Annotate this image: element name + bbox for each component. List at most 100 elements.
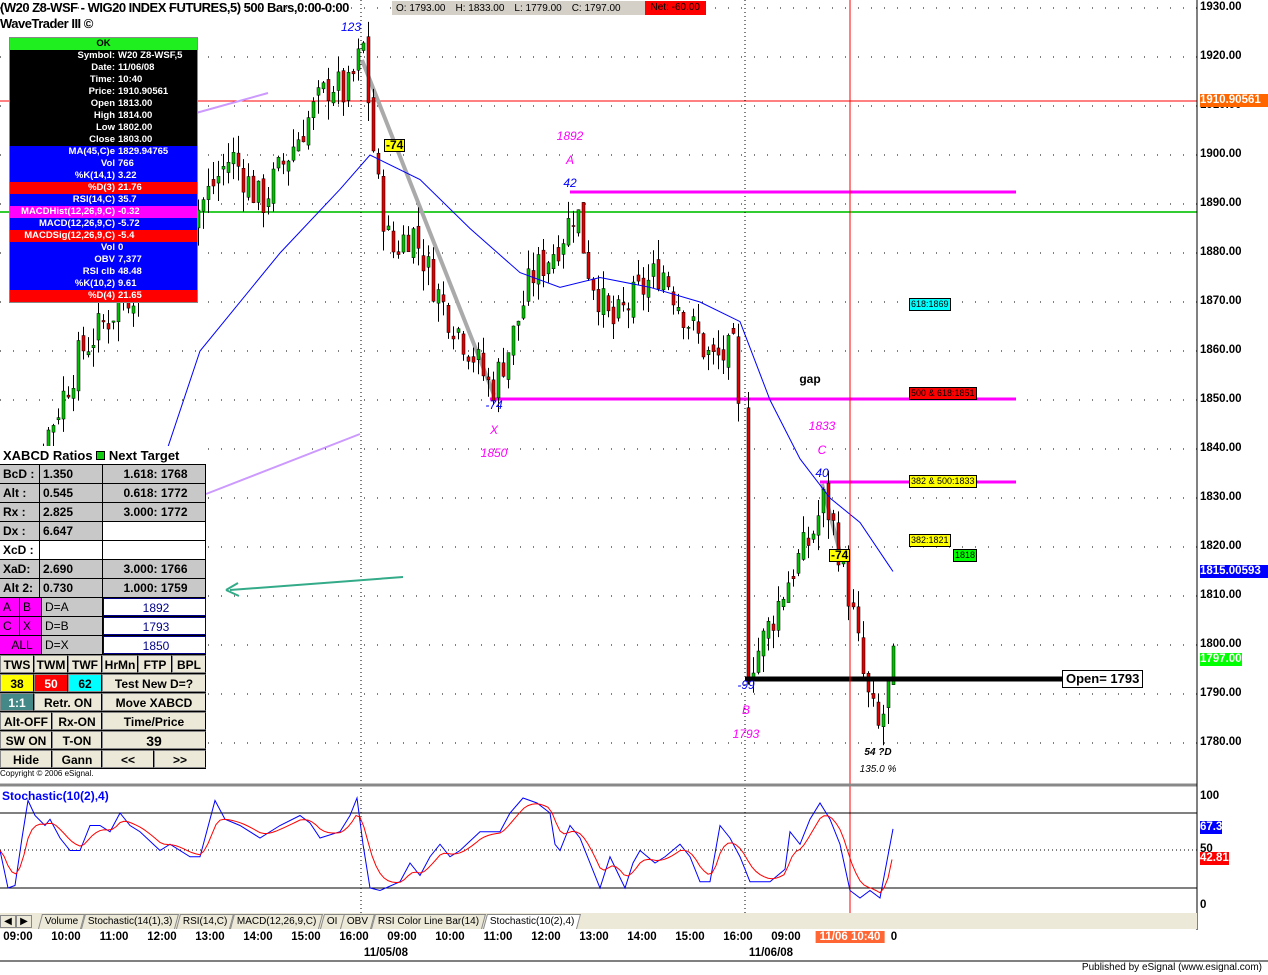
info-label: Date: bbox=[91, 62, 115, 73]
info-value: 9.61 bbox=[118, 278, 137, 289]
study-tab[interactable]: RSI Color Line Bar(14) bbox=[371, 913, 487, 929]
study-tab[interactable]: Volume bbox=[37, 913, 86, 929]
candle bbox=[51, 425, 56, 433]
fib-tag-1869: 618:1869 bbox=[909, 298, 951, 311]
study-tab[interactable]: OBV bbox=[340, 913, 376, 929]
trend-line[interactable] bbox=[205, 433, 361, 495]
retr-on-button[interactable]: Retr. ON bbox=[34, 693, 102, 711]
ratio-row: Rx :2.825 3.000: 1772 bbox=[0, 503, 206, 522]
point-c-button[interactable]: C bbox=[0, 617, 20, 635]
info-label: %K(10,2) bbox=[74, 278, 115, 289]
tws-button[interactable]: TWS bbox=[0, 655, 34, 673]
candle bbox=[576, 209, 581, 234]
candle bbox=[436, 289, 441, 304]
point-all-button[interactable]: ALL bbox=[0, 636, 42, 654]
fib-38-button[interactable]: 38 bbox=[0, 674, 34, 692]
scroll-left-icon[interactable]: ◀ bbox=[0, 914, 16, 928]
bpl-button[interactable]: BPL bbox=[172, 655, 206, 673]
ratio-1-1-button[interactable]: 1:1 bbox=[0, 693, 34, 711]
twm-button[interactable]: TWM bbox=[34, 655, 68, 673]
fib-tag-1818: 1818 bbox=[953, 549, 978, 562]
info-value: W20 Z8-WSF,5 bbox=[118, 50, 183, 61]
point-x-button[interactable]: X bbox=[20, 617, 42, 635]
candle bbox=[411, 228, 416, 258]
study-tab[interactable]: RSI(14,C) bbox=[175, 913, 235, 929]
info-value: -5.72 bbox=[118, 218, 140, 229]
candle bbox=[461, 333, 466, 355]
candle bbox=[301, 136, 306, 143]
point-x-label: X bbox=[489, 423, 499, 437]
time-tick: 12:00 bbox=[531, 931, 561, 943]
fib-50-button[interactable]: 50 bbox=[34, 674, 68, 692]
next-button[interactable]: >> bbox=[154, 750, 206, 768]
info-row: High 1814.00 bbox=[10, 110, 197, 122]
prev-button[interactable]: << bbox=[102, 750, 154, 768]
candle bbox=[341, 70, 346, 103]
fib-62-button[interactable]: 62 bbox=[68, 674, 102, 692]
candle bbox=[746, 407, 751, 683]
chart-title: (W20 Z8-WSF - WIG20 INDEX FUTURES,5) 500… bbox=[0, 0, 349, 15]
candle bbox=[771, 623, 776, 631]
info-label: MACDSig(12,26,9,C) bbox=[24, 230, 115, 241]
t-on-button[interactable]: T-ON bbox=[52, 731, 102, 749]
point-x-bars: -74 bbox=[485, 398, 503, 412]
info-value: 21.65 bbox=[118, 290, 142, 301]
gann-button[interactable]: Gann bbox=[52, 750, 102, 768]
price-tick: 1920.00 bbox=[1200, 50, 1242, 62]
candle bbox=[786, 582, 791, 603]
time-tick: 10:00 bbox=[435, 931, 465, 943]
study-tab[interactable]: Stochastic(14(1),3) bbox=[81, 913, 180, 929]
point-a-button[interactable]: A bbox=[0, 598, 20, 616]
d-point-row: C X D=B 1793 bbox=[0, 617, 206, 636]
candle bbox=[116, 302, 121, 323]
candle bbox=[401, 234, 406, 253]
price-tick: 1900.00 bbox=[1200, 148, 1242, 160]
study-tab[interactable]: MACD(12,26,9,C) bbox=[230, 913, 324, 929]
candle bbox=[356, 48, 361, 71]
bars-count[interactable]: 39 bbox=[102, 731, 206, 749]
candle bbox=[686, 327, 691, 329]
rx-on-button[interactable]: Rx-ON bbox=[52, 712, 102, 730]
move-xabcd-button[interactable]: Move XABCD bbox=[102, 693, 206, 711]
time-tick: 15:00 bbox=[675, 931, 705, 943]
price-tick: 1820.00 bbox=[1200, 540, 1242, 552]
d-point-rule: D=X bbox=[42, 636, 103, 654]
info-label: RSI(14,C) bbox=[72, 194, 115, 205]
scroll-right-icon[interactable]: ▶ bbox=[16, 914, 32, 928]
info-row: Date: 11/06/08 bbox=[10, 62, 197, 74]
alt-off-button[interactable]: Alt-OFF bbox=[0, 712, 52, 730]
candle bbox=[201, 199, 206, 212]
hrmn-button[interactable]: HrMn bbox=[102, 655, 138, 673]
hide-button[interactable]: Hide bbox=[0, 750, 52, 768]
date-label: 11/05/08 bbox=[363, 947, 409, 959]
study-tab[interactable]: Stochastic(10(2),4) bbox=[482, 913, 582, 929]
time-price-button[interactable]: Time/Price bbox=[102, 712, 206, 730]
candle bbox=[266, 198, 271, 207]
candle bbox=[811, 533, 816, 540]
ratio-row: XcD : bbox=[0, 541, 206, 560]
info-row: OBV 7,377 bbox=[10, 254, 197, 266]
candle bbox=[501, 362, 506, 377]
candle bbox=[661, 272, 666, 291]
info-label: %D(4) bbox=[88, 290, 115, 301]
candle bbox=[276, 157, 281, 169]
point-b-button[interactable]: B bbox=[20, 598, 42, 616]
leg-label: -74 bbox=[384, 138, 406, 152]
candle bbox=[131, 305, 136, 314]
ftp-button[interactable]: FTP bbox=[138, 655, 172, 673]
d-point-value: 1892 bbox=[103, 598, 206, 616]
trend-line[interactable] bbox=[195, 92, 269, 114]
candle bbox=[511, 325, 516, 356]
candle bbox=[86, 351, 91, 356]
candle bbox=[221, 166, 226, 170]
copyright: Copyright © 2006 eSignal. bbox=[0, 769, 206, 778]
point-123-label: 123 bbox=[340, 20, 362, 34]
point-b-label: B bbox=[741, 703, 751, 717]
test-new-d-button[interactable]: Test New D=? bbox=[102, 674, 206, 692]
arrow-line bbox=[229, 576, 404, 591]
sw-on-button[interactable]: SW ON bbox=[0, 731, 52, 749]
candle bbox=[851, 602, 856, 608]
twf-button[interactable]: TWF bbox=[68, 655, 102, 673]
info-label: MACD(12,26,9,C) bbox=[38, 218, 115, 229]
study-tab-label: Volume bbox=[44, 915, 79, 927]
